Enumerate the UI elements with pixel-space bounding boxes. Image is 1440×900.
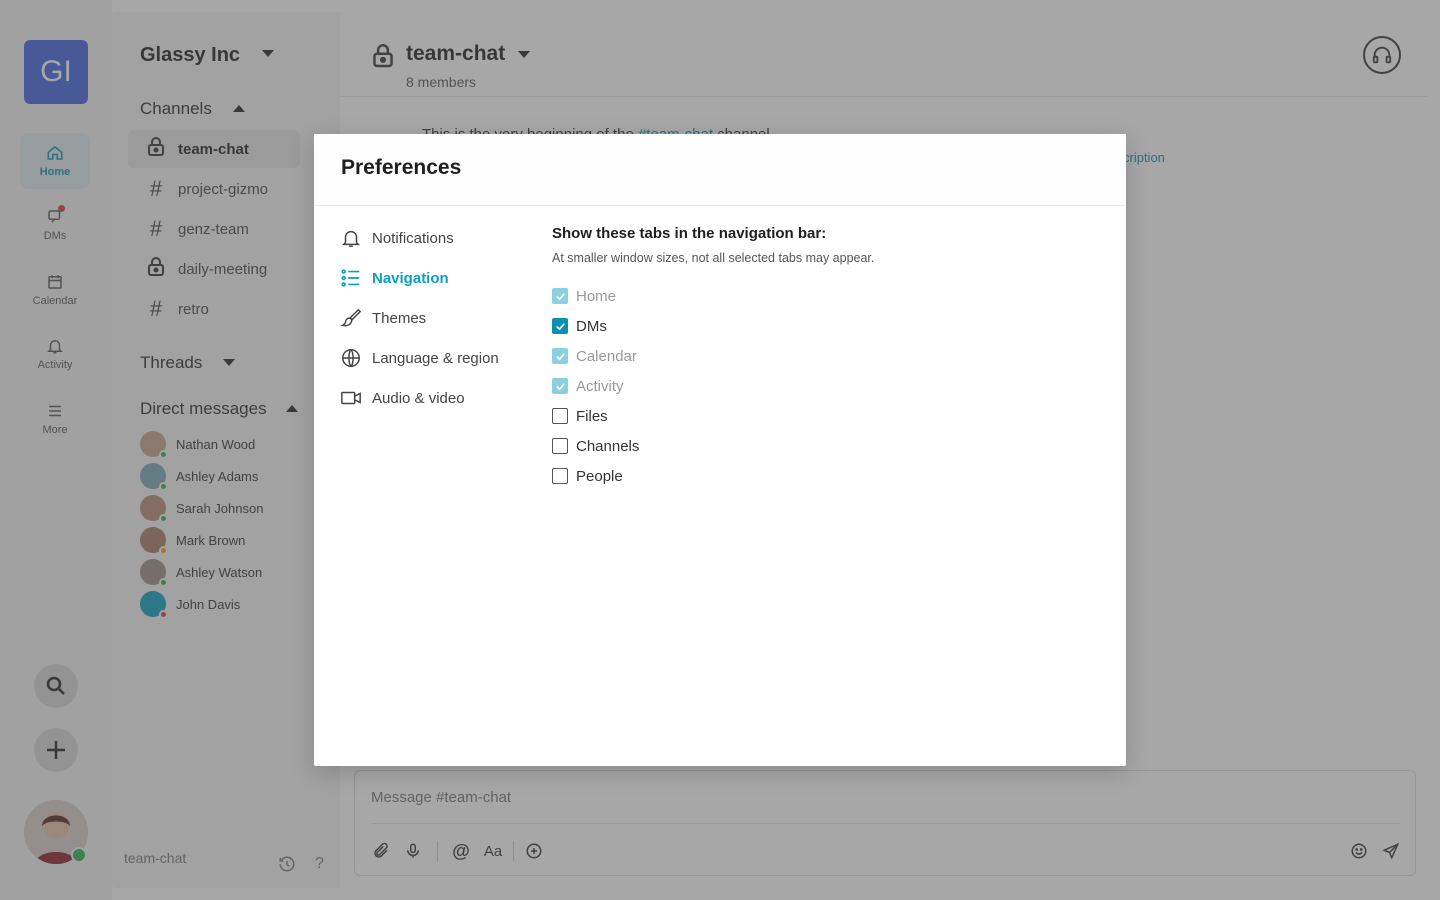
pref-label: Navigation <box>372 269 449 287</box>
globe-icon <box>342 349 360 367</box>
checkbox-activity <box>552 378 568 394</box>
pref-label: Audio & video <box>372 389 465 407</box>
option-home: Home <box>552 285 616 307</box>
option-calendar: Calendar <box>552 345 637 367</box>
option-channels[interactable]: Channels <box>552 435 639 457</box>
option-activity: Activity <box>552 375 624 397</box>
option-people[interactable]: People <box>552 465 623 487</box>
option-dms[interactable]: DMs <box>552 315 607 337</box>
options-subtext: At smaller window sizes, not all selecte… <box>552 251 875 265</box>
checkbox-calendar <box>552 348 568 364</box>
options-heading: Show these tabs in the navigation bar: <box>552 225 827 242</box>
pref-themes[interactable]: Themes <box>340 304 426 332</box>
checkbox-people[interactable] <box>552 468 568 484</box>
option-label: Home <box>576 287 617 305</box>
pref-navigation[interactable]: Navigation <box>340 264 449 292</box>
video-icon <box>341 391 361 405</box>
checkbox-dms[interactable] <box>552 318 568 334</box>
bell-icon <box>341 230 361 247</box>
pref-label: Notifications <box>372 229 454 247</box>
option-label: People <box>576 467 623 485</box>
pref-notifications[interactable]: Notifications <box>340 224 454 252</box>
option-label: Files <box>576 407 608 425</box>
list-icon <box>341 269 360 287</box>
checkbox-channels[interactable] <box>552 438 568 454</box>
preferences-modal: Preferences Notifications Navigation The… <box>314 134 1126 766</box>
brush-icon <box>340 308 362 327</box>
option-label: Activity <box>576 377 624 395</box>
option-label: DMs <box>576 317 607 335</box>
checkbox-files[interactable] <box>552 408 568 424</box>
pref-language-region[interactable]: Language & region <box>340 344 499 372</box>
option-files[interactable]: Files <box>552 405 608 427</box>
option-label: Calendar <box>576 347 637 365</box>
option-label: Channels <box>576 437 640 455</box>
pref-label: Language & region <box>372 349 499 367</box>
pref-audio-video[interactable]: Audio & video <box>340 384 465 412</box>
pref-label: Themes <box>372 309 427 327</box>
modal-title: Preferences <box>341 156 462 179</box>
checkbox-home <box>552 288 568 304</box>
